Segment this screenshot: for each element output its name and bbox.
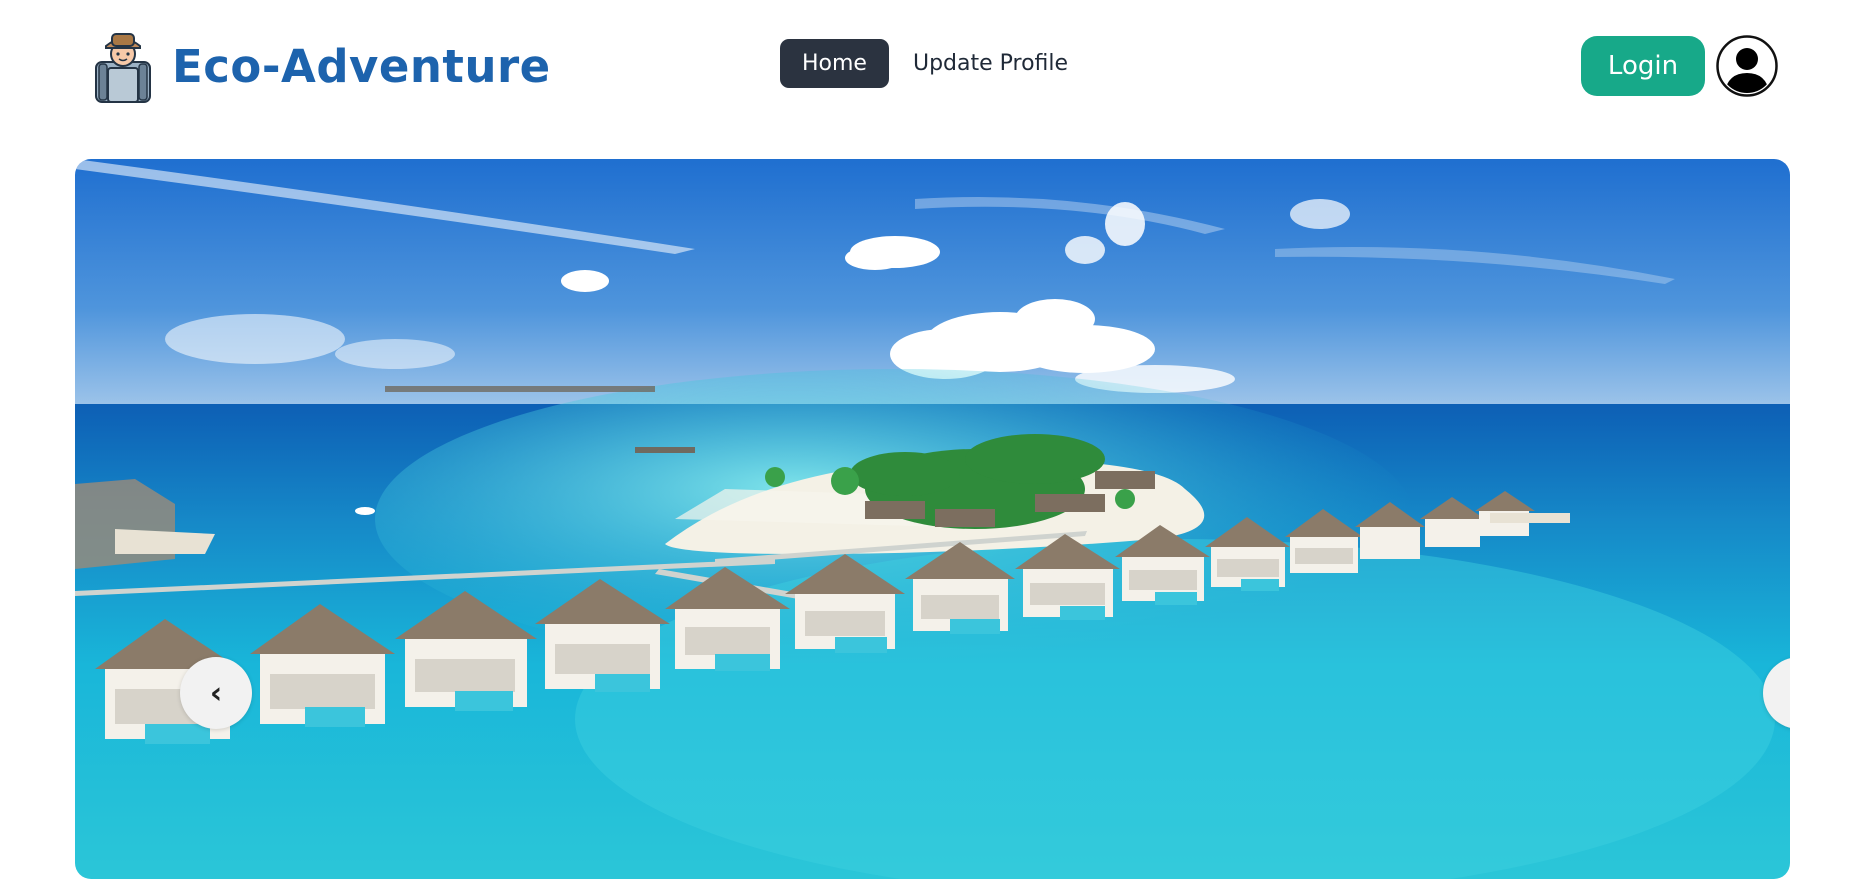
tropical-resort-image bbox=[75, 159, 1790, 879]
nav-links: Home Update Profile bbox=[780, 39, 1068, 88]
navbar: Eco-Adventure Home Update Profile Login bbox=[0, 0, 1856, 132]
hero-carousel: ‹ › bbox=[75, 159, 1790, 879]
brand[interactable]: Eco-Adventure bbox=[90, 28, 551, 104]
carousel-prev-button[interactable]: ‹ bbox=[180, 657, 252, 729]
nav-update-profile-link[interactable]: Update Profile bbox=[913, 39, 1068, 88]
login-button[interactable]: Login bbox=[1581, 36, 1705, 96]
brand-title: Eco-Adventure bbox=[172, 39, 551, 93]
user-avatar-icon[interactable] bbox=[1716, 35, 1778, 97]
hiker-icon bbox=[95, 33, 151, 103]
nav-home-link[interactable]: Home bbox=[780, 39, 889, 88]
